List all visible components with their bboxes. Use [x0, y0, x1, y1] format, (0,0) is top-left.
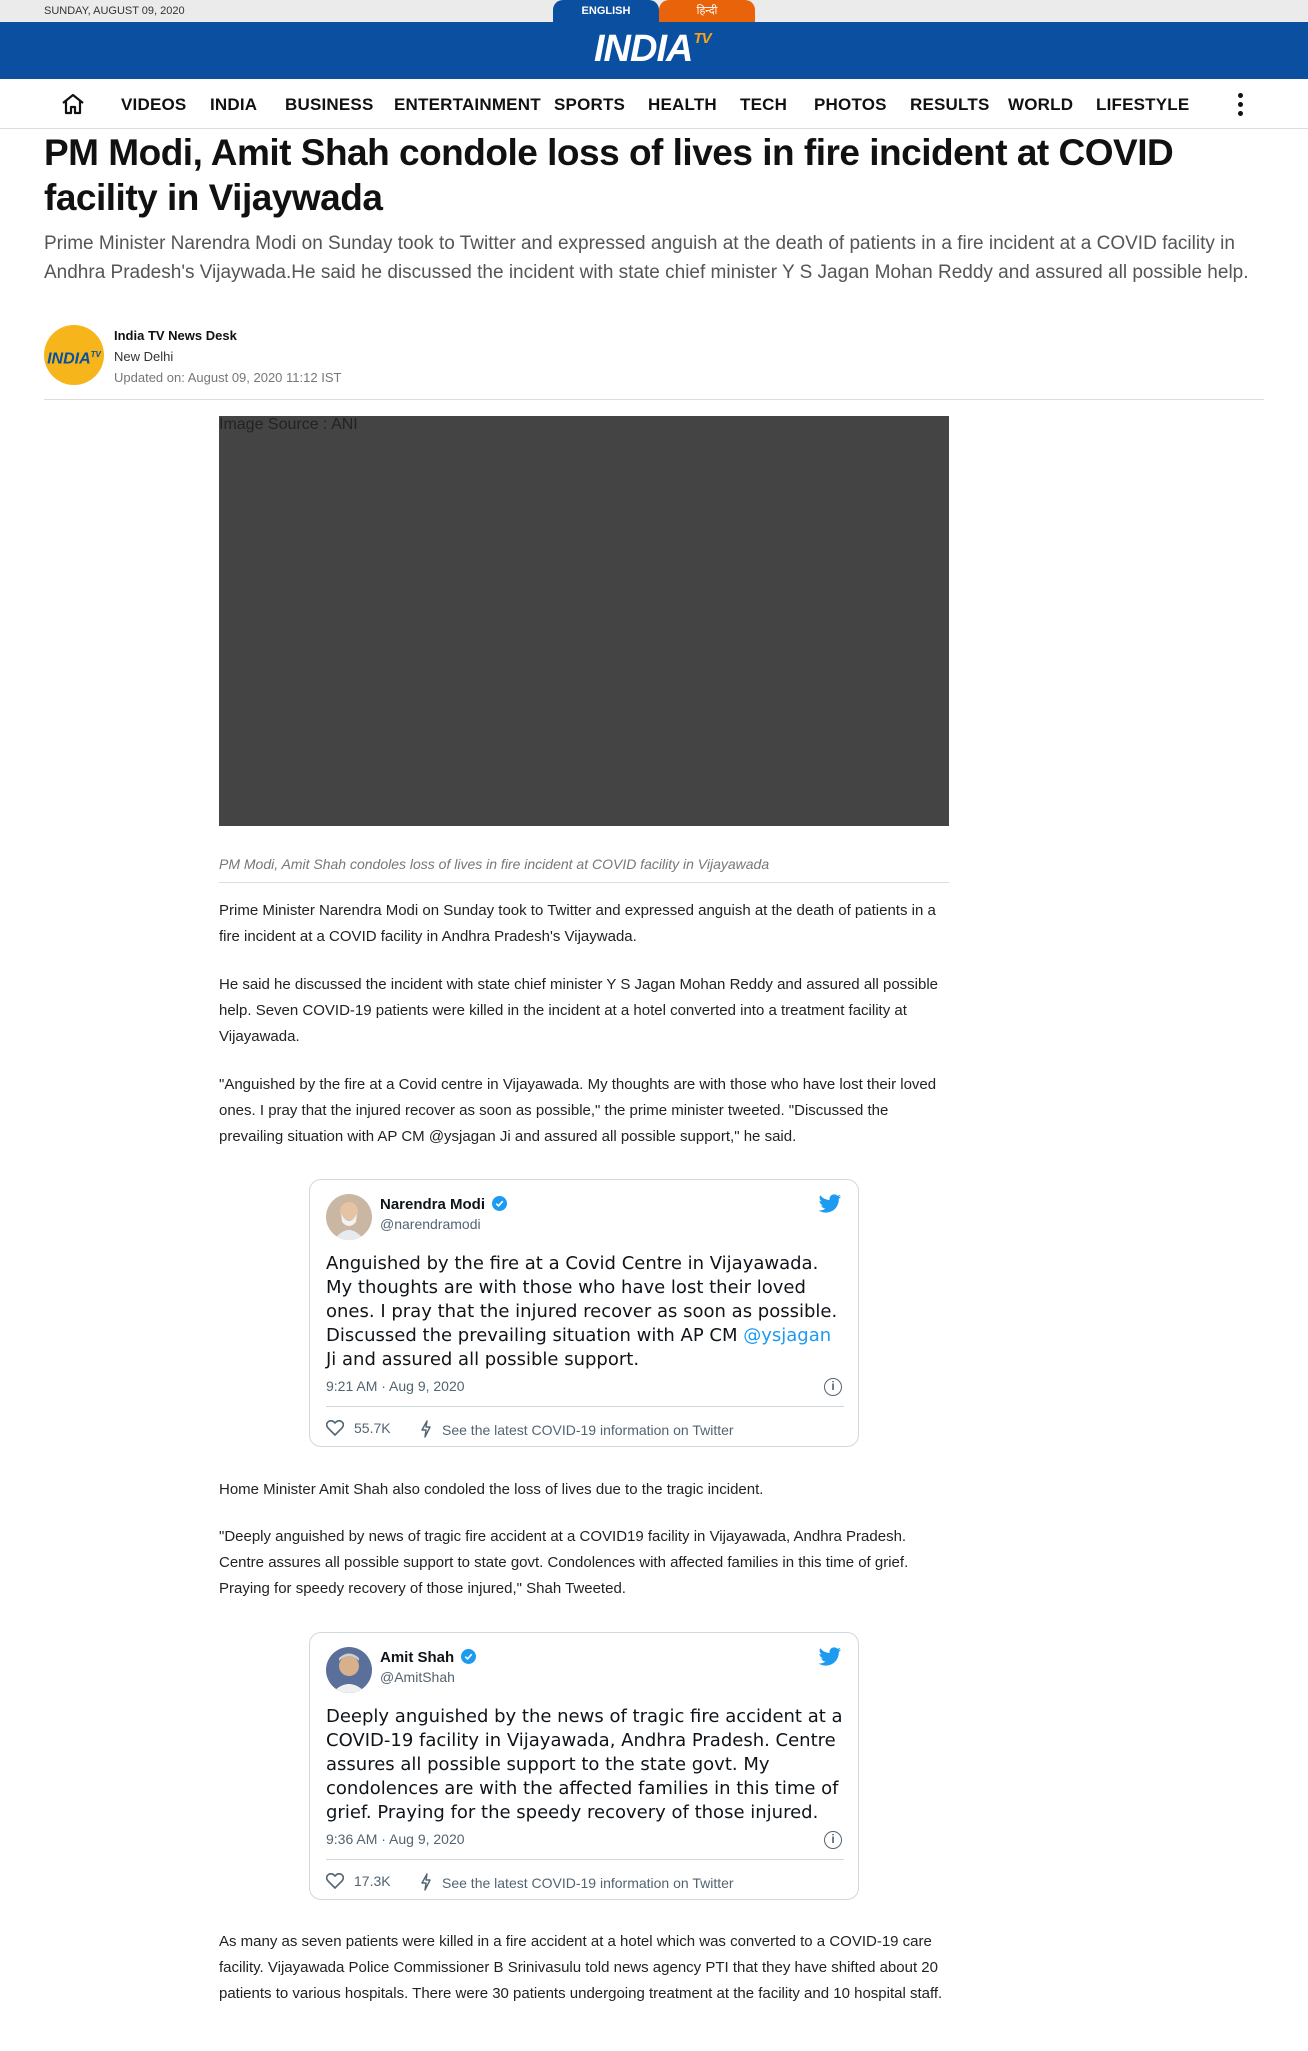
nav-item-results[interactable]: RESULTS [910, 95, 989, 115]
author-logo: INDIATV [44, 325, 104, 385]
article-paragraph: Home Minister Amit Shah also condoled th… [219, 1481, 764, 1498]
tweet-mention-link[interactable]: @ysjagan [743, 1325, 831, 1346]
tweet-author-name[interactable]: Narendra Modi [380, 1196, 508, 1213]
tweet-divider [326, 1859, 844, 1860]
tweet-like-button[interactable]: 17.3K [326, 1873, 391, 1889]
verified-badge-icon [492, 1196, 508, 1211]
site-logo[interactable]: INDIATV [594, 28, 712, 70]
covid-info-link[interactable]: See the latest COVID-19 information on T… [420, 1420, 734, 1438]
verified-badge-icon [461, 1649, 477, 1664]
article-paragraph: Prime Minister Narendra Modi on Sunday t… [219, 902, 936, 945]
tweet-timestamp[interactable]: 9:21 AM · Aug 9, 2020 [326, 1378, 465, 1394]
nav-item-health[interactable]: HEALTH [648, 95, 717, 115]
nav-item-tech[interactable]: TECH [740, 95, 787, 115]
twitter-bird-icon[interactable] [818, 1194, 842, 1214]
info-icon[interactable]: i [824, 1831, 842, 1849]
current-date: SUNDAY, AUGUST 09, 2020 [44, 5, 185, 17]
tweet-text: Anguished by the fire at a Covid Centre … [326, 1253, 838, 1370]
author-name[interactable]: India TV News Desk [114, 328, 237, 343]
avatar[interactable] [326, 1647, 372, 1693]
nav-item-lifestyle[interactable]: LIFESTYLE [1096, 95, 1189, 115]
nav-item-sports[interactable]: SPORTS [554, 95, 625, 115]
embedded-tweet-modi[interactable]: Narendra Modi @narendramodi Anguished by… [309, 1179, 859, 1447]
article-paragraph: As many as seven patients were killed in… [219, 1933, 943, 2002]
bolt-icon [421, 1873, 431, 1891]
updated-timestamp: Updated on: August 09, 2020 11:12 IST [114, 370, 342, 385]
article-summary: Prime Minister Narendra Modi on Sunday t… [44, 233, 1249, 283]
caption-divider [219, 882, 949, 883]
embedded-tweet-shah[interactable]: Amit Shah @AmitShah Deeply anguished by … [309, 1632, 859, 1900]
covid-info-link[interactable]: See the latest COVID-19 information on T… [420, 1873, 734, 1891]
twitter-bird-icon[interactable] [818, 1647, 842, 1667]
article-paragraph: "Anguished by the fire at a Covid centre… [219, 1076, 937, 1145]
bolt-icon [421, 1420, 431, 1438]
language-hindi-tab[interactable]: हिन्दी [659, 0, 755, 22]
tweet-like-button[interactable]: 55.7K [326, 1420, 391, 1436]
tweet-author-name[interactable]: Amit Shah [380, 1649, 477, 1666]
image-credit: Image Source : ANI [219, 416, 949, 826]
article-paragraph: "Deeply anguished by news of tragic fire… [219, 1528, 909, 1597]
avatar[interactable] [326, 1194, 372, 1240]
divider [44, 399, 1264, 400]
nav-item-business[interactable]: BUSINESS [285, 95, 374, 115]
site-header: INDIATV [0, 22, 1308, 79]
author-location: New Delhi [114, 349, 174, 364]
tweet-divider [326, 1406, 844, 1407]
article-paragraph: He said he discussed the incident with s… [219, 976, 939, 1045]
nav-item-photos[interactable]: PHOTOS [814, 95, 887, 115]
image-caption: PM Modi, Amit Shah condoles loss of live… [219, 856, 770, 872]
nav-item-videos[interactable]: VIDEOS [121, 95, 186, 115]
tweet-timestamp[interactable]: 9:36 AM · Aug 9, 2020 [326, 1831, 465, 1847]
nav-item-india[interactable]: INDIA [210, 95, 257, 115]
nav-item-world[interactable]: WORLD [1008, 95, 1073, 115]
language-english-tab[interactable]: ENGLISH [553, 0, 659, 22]
info-icon[interactable]: i [824, 1378, 842, 1396]
heart-icon [326, 1873, 344, 1889]
home-icon[interactable] [60, 92, 86, 116]
article-headline: PM Modi, Amit Shah condole loss of lives… [44, 132, 1174, 218]
nav-item-entertainment[interactable]: ENTERTAINMENT [394, 95, 541, 115]
tweet-author-handle[interactable]: @narendramodi [380, 1216, 481, 1232]
more-vertical-icon[interactable] [1236, 91, 1244, 119]
heart-icon [326, 1420, 344, 1436]
tweet-text: Deeply anguished by the news of tragic f… [326, 1706, 843, 1823]
main-nav: VIDEOS INDIA BUSINESS ENTERTAINMENT SPOR… [0, 79, 1308, 129]
tweet-author-handle[interactable]: @AmitShah [380, 1669, 455, 1685]
